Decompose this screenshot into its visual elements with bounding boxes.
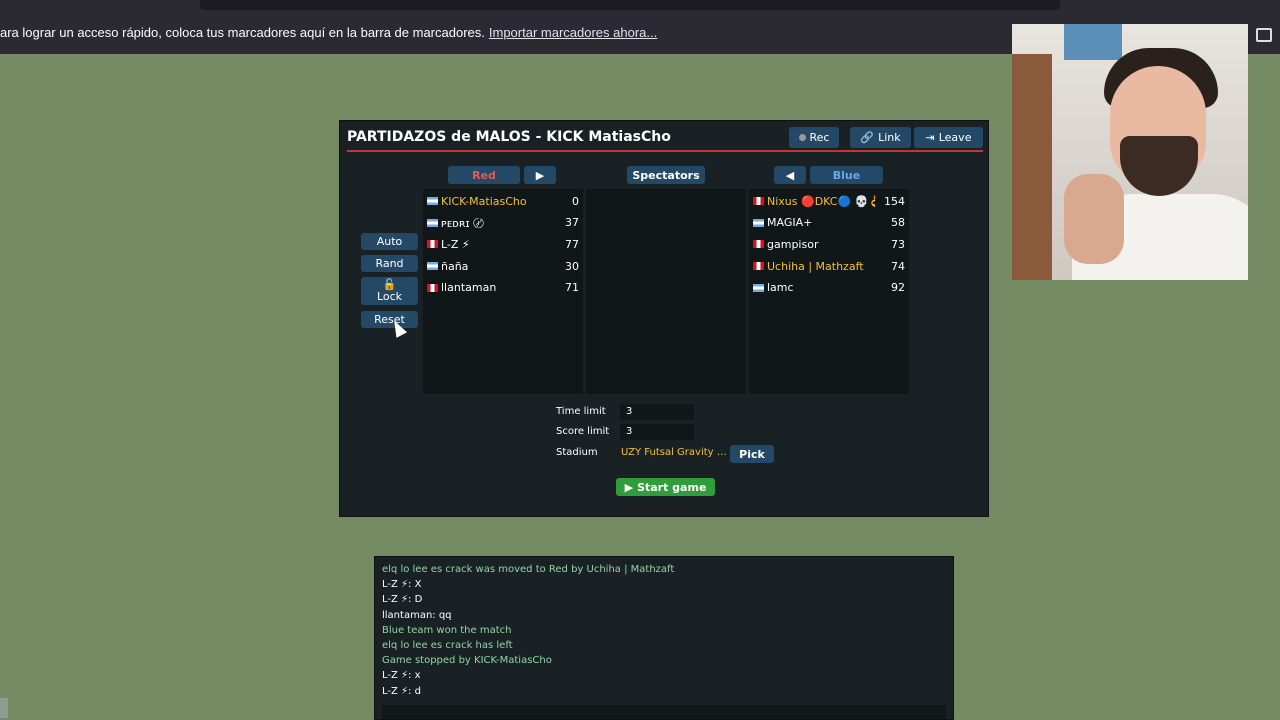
room-title: PARTIDAZOS de MALOS - KICK MatiasCho (347, 129, 671, 145)
lock-button[interactable]: 🔓 Lock (361, 277, 418, 305)
stadium-value: UZY Futsal Gravity 4v... (621, 447, 727, 458)
player-row[interactable]: L-Z ⚡ 77 (427, 236, 579, 252)
red-team-list: KICK-MatiasCho 0 ᴘᴇᴅʀɪ 〄 37 L-Z ⚡ 77 ñaña 30 lla… (423, 189, 583, 394)
player-score: 74 (891, 259, 905, 273)
bookmarks-message: ara lograr un acceso rápido, coloca tus … (0, 24, 485, 40)
player-row[interactable]: ñaña 30 (427, 258, 579, 274)
leave-button[interactable]: ⇥ Leave (914, 127, 983, 148)
chat-message: Blue team won the match (382, 624, 512, 636)
link-button[interactable]: 🔗 Link (850, 127, 911, 148)
blue-team-list: Nixus 🔴DKC🔵 💀👌 154 MAGIA+ 58 gampisor 73 Uchih… (749, 189, 909, 394)
peru-flag-icon (753, 262, 764, 271)
leave-label: Leave (938, 131, 972, 144)
player-row[interactable]: llantaman 71 (427, 280, 579, 296)
chat-message: L-Z ⚡: x (382, 670, 421, 682)
chat-input[interactable] (382, 705, 946, 719)
title-divider (347, 150, 983, 152)
player-name: MAGIA+ (767, 216, 813, 230)
pick-stadium-button[interactable]: Pick (730, 445, 774, 463)
spectators-list (586, 189, 746, 394)
player-score: 37 (565, 216, 579, 230)
player-score: 58 (891, 216, 905, 230)
player-name: ᴘᴇᴅʀɪ 〄 (441, 216, 485, 230)
import-bookmarks-link[interactable]: Importar marcadores ahora... (489, 25, 657, 40)
room-dialog: PARTIDAZOS de MALOS - KICK MatiasCho Rec… (339, 120, 989, 517)
peru-flag-icon (753, 197, 764, 205)
chat-message: L-Z ⚡: X (382, 579, 422, 591)
webcam-overlay (1012, 24, 1248, 280)
bookmark-folder-icon[interactable] (1256, 28, 1272, 42)
start-game-button[interactable]: ▶ Start game (616, 478, 715, 496)
player-score: 71 (565, 281, 579, 295)
player-row[interactable]: MAGIA+ 58 (753, 215, 905, 231)
chat-message: L-Z ⚡: D (382, 594, 423, 606)
address-bar[interactable] (200, 0, 1060, 10)
peru-flag-icon (427, 240, 438, 249)
player-name: L-Z ⚡ (441, 237, 470, 251)
player-score: 0 (572, 194, 579, 208)
chat-panel: elq lo lee es crack was moved to Red by … (374, 556, 954, 720)
play-icon: ▶ (624, 480, 634, 494)
side-handle[interactable] (0, 698, 8, 718)
player-name: ñaña (441, 259, 469, 273)
argentina-flag-icon (427, 262, 438, 271)
rand-button[interactable]: Rand (361, 255, 418, 272)
chat-message: Game stopped by KICK-MatiasCho (382, 655, 552, 667)
player-name: llantaman (441, 281, 497, 295)
player-row[interactable]: KICK-MatiasCho 0 (427, 193, 579, 209)
player-score: 30 (565, 259, 579, 273)
player-score: 73 (891, 237, 905, 251)
player-score: 92 (891, 281, 905, 295)
argentina-flag-icon (753, 283, 764, 292)
stadium-label: Stadium (556, 447, 598, 458)
auto-button[interactable]: Auto (361, 233, 418, 250)
argentina-flag-icon (427, 218, 438, 227)
time-limit-select[interactable]: 3 (620, 404, 694, 420)
exit-icon: ⇥ (925, 131, 935, 144)
chat-message: llantaman: qq (382, 609, 452, 621)
score-limit-select[interactable]: 3 (620, 424, 694, 440)
chat-message: L-Z ⚡: d (382, 685, 421, 697)
player-row[interactable]: ᴘᴇᴅʀɪ 〄 37 (427, 215, 579, 231)
rec-button[interactable]: Rec (789, 127, 839, 148)
player-score: 154 (884, 194, 905, 208)
link-label: Link (878, 131, 901, 144)
peru-flag-icon (753, 240, 764, 249)
red-team-header[interactable]: Red (448, 166, 520, 184)
player-name: Nixus 🔴DKC🔵 💀👌 (767, 194, 875, 208)
lock-label: Lock (376, 290, 403, 303)
player-row[interactable]: lamc 92 (753, 280, 905, 296)
score-limit-label: Score limit (556, 426, 610, 437)
spectators-header[interactable]: Spectators (627, 166, 705, 184)
chat-message: elq lo lee es crack has left (382, 640, 513, 651)
argentina-flag-icon (427, 197, 438, 205)
link-icon: 🔗 (860, 131, 875, 144)
time-limit-label: Time limit (556, 406, 606, 417)
player-row[interactable]: Nixus 🔴DKC🔵 💀👌 154 (753, 193, 905, 209)
start-game-label: Start game (637, 480, 707, 494)
player-row[interactable]: gampisor 73 (753, 236, 905, 252)
player-name: KICK-MatiasCho (441, 194, 527, 208)
player-score: 77 (565, 237, 579, 251)
argentina-flag-icon (753, 218, 764, 227)
rec-label: Rec (809, 131, 830, 144)
peru-flag-icon (427, 283, 438, 292)
player-name: Uchiha | Mathzaft (767, 259, 864, 273)
chat-message: elq lo lee es crack was moved to Red by … (382, 564, 675, 575)
move-to-blue-left-button[interactable]: ◀ (774, 166, 806, 184)
blue-team-header[interactable]: Blue (810, 166, 883, 184)
record-dot-icon (798, 134, 806, 141)
player-name: lamc (767, 281, 794, 295)
player-row[interactable]: Uchiha | Mathzaft 74 (753, 258, 905, 274)
player-name: gampisor (767, 237, 819, 251)
move-to-spectators-right-button[interactable]: ▶ (524, 166, 556, 184)
